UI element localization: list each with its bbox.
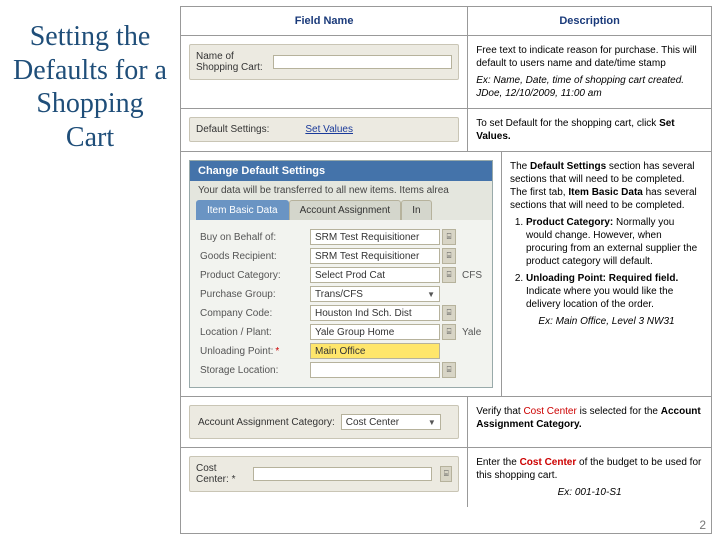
row1-desc: Free text to indicate reason for purchas…	[476, 44, 703, 70]
picker-icon[interactable]: ⌸	[442, 324, 456, 340]
picker-icon[interactable]: ⌸	[442, 248, 456, 264]
change-default-subtext: Your data will be transferred to all new…	[190, 181, 492, 200]
tab-item-basic-data[interactable]: Item Basic Data	[196, 200, 289, 220]
picker-icon[interactable]: ⌸	[442, 362, 456, 378]
li-product-category: Product Category: Normally you would cha…	[526, 216, 703, 268]
storage-select[interactable]	[310, 362, 440, 378]
picker-icon[interactable]: ⌸	[442, 305, 456, 321]
picker-icon[interactable]: ⌸	[442, 267, 456, 283]
row1-example: Ex: Name, Date, time of shopping cart cr…	[476, 74, 703, 100]
aac-panel: Account Assignment Category: Cost Center…	[189, 405, 459, 439]
tab-bar: Item Basic Data Account Assignment In	[190, 200, 492, 220]
row-account-assignment-cat: Account Assignment Category: Cost Center…	[181, 396, 711, 447]
cost-center-input[interactable]	[253, 467, 432, 481]
set-values-link[interactable]: Set Values	[305, 124, 353, 135]
default-settings-panel: Default Settings: Set Values	[189, 117, 459, 142]
form-area: Buy on Behalf of:SRM Test Requisitioner⌸…	[190, 220, 492, 387]
row-set-values: Default Settings: Set Values To set Defa…	[181, 108, 711, 151]
unloading-label: Unloading Point:*	[200, 346, 310, 357]
row5-example: Ex: 001-10-S1	[476, 486, 703, 499]
name-of-cart-panel: Name of Shopping Cart:	[189, 44, 459, 80]
behalf-label: Buy on Behalf of:	[200, 232, 310, 243]
default-settings-label: Default Settings:	[196, 124, 269, 135]
page-number: 2	[699, 518, 706, 532]
cost-center-label: Cost Center: *	[196, 463, 247, 485]
prodcat-label: Product Category:	[200, 270, 310, 281]
name-of-cart-input[interactable]	[273, 55, 452, 69]
goods-label: Goods Recipient:	[200, 251, 310, 262]
aac-label: Account Assignment Category:	[198, 417, 335, 428]
company-select[interactable]: Houston Ind Sch. Dist	[310, 305, 440, 321]
col-field-name: Field Name	[181, 7, 467, 35]
unloading-input[interactable]: Main Office	[310, 343, 440, 359]
change-default-bar: Change Default Settings	[190, 161, 492, 181]
tab-account-assignment[interactable]: Account Assignment	[289, 200, 402, 220]
purchgroup-label: Purchase Group:	[200, 289, 310, 300]
aac-select[interactable]: Cost Center▼	[341, 414, 441, 430]
name-of-cart-label: Name of Shopping Cart:	[196, 51, 267, 73]
chevron-down-icon: ▼	[428, 418, 436, 427]
col-description: Description	[467, 7, 711, 35]
cost-center-panel: Cost Center: * ⌸	[189, 456, 459, 492]
location-select[interactable]: Yale Group Home	[310, 324, 440, 340]
page-title: Setting the Defaults for a Shopping Cart	[0, 0, 180, 540]
row-change-default: Change Default Settings Your data will b…	[181, 151, 711, 396]
row3-example: Ex: Main Office, Level 3 NW31	[510, 315, 703, 328]
cost-center-text: Cost Center	[523, 406, 576, 417]
reference-table: Field Name Description Name of Shopping …	[180, 6, 712, 534]
li-unloading-point: Unloading Point: Required field. Indicat…	[526, 272, 703, 311]
location-trail: Yale	[462, 327, 481, 338]
table-header: Field Name Description	[181, 7, 711, 35]
row-name-of-cart: Name of Shopping Cart: Free text to indi…	[181, 35, 711, 108]
goods-select[interactable]: SRM Test Requisitioner	[310, 248, 440, 264]
row2-desc: To set Default for the shopping cart, cl…	[476, 118, 659, 129]
purchgroup-select[interactable]: Trans/CFS▼	[310, 286, 440, 302]
chevron-down-icon: ▼	[427, 290, 435, 299]
prodcat-select[interactable]: Select Prod Cat	[310, 267, 440, 283]
behalf-select[interactable]: SRM Test Requisitioner	[310, 229, 440, 245]
row-cost-center: Cost Center: * ⌸ Enter the Cost Center o…	[181, 447, 711, 507]
storage-label: Storage Location:	[200, 365, 310, 376]
company-label: Company Code:	[200, 308, 310, 319]
tab-in[interactable]: In	[401, 200, 431, 220]
change-default-box: Change Default Settings Your data will b…	[189, 160, 493, 388]
picker-icon[interactable]: ⌸	[442, 229, 456, 245]
prodcat-trail: CFS	[462, 270, 482, 281]
location-label: Location / Plant:	[200, 327, 310, 338]
picker-icon[interactable]: ⌸	[440, 466, 452, 482]
